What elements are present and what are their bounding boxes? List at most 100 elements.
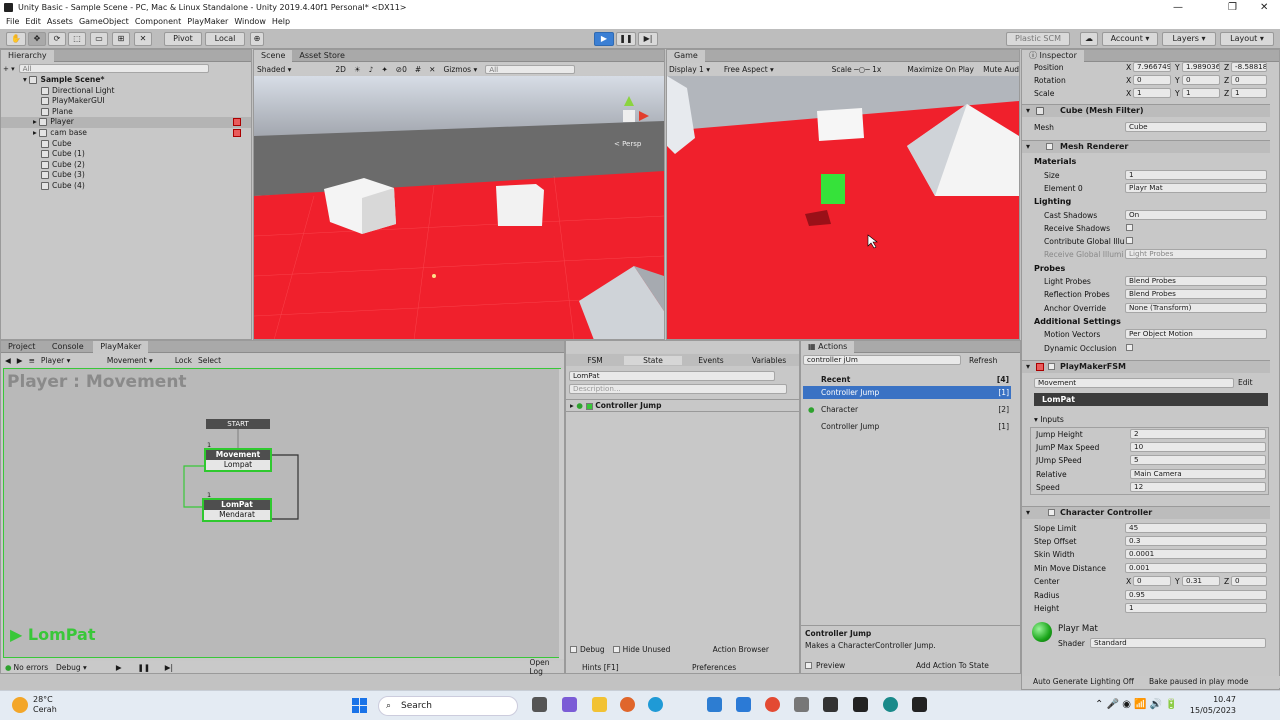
play-debug-button[interactable]: ▶: [106, 663, 131, 672]
center-y-field[interactable]: 0.31: [1182, 576, 1220, 586]
notion-icon[interactable]: [823, 697, 838, 712]
dynamic-occlusion-checkbox[interactable]: [1126, 344, 1133, 351]
scale-x-field[interactable]: 1: [1133, 88, 1171, 98]
size-field[interactable]: 1: [1125, 170, 1267, 180]
firefox-icon[interactable]: [620, 697, 635, 712]
list-item[interactable]: Cube: [1, 139, 251, 150]
layout-dropdown[interactable]: Layout ▾: [1220, 32, 1274, 46]
playmaker-fsm-header[interactable]: ▾ PlayMakerFSM: [1022, 360, 1270, 373]
contribute-gi-checkbox[interactable]: [1126, 237, 1133, 244]
cast-shadows-dropdown[interactable]: On: [1125, 210, 1267, 220]
step-button[interactable]: ▶|: [638, 32, 658, 46]
store-icon[interactable]: [707, 697, 722, 712]
gizmos-dropdown[interactable]: Gizmos ▾: [443, 65, 477, 74]
debug-dropdown[interactable]: Debug ▾: [56, 663, 106, 672]
step-offset-field[interactable]: 0.3: [1125, 536, 1267, 546]
mesh-renderer-checkbox[interactable]: [1046, 143, 1053, 150]
unity-taskbar-icon[interactable]: [912, 697, 927, 712]
maximize-icon[interactable]: ❐: [1228, 0, 1237, 15]
slope-limit-field[interactable]: 45: [1125, 523, 1267, 533]
tab-fsm[interactable]: FSM: [566, 356, 624, 365]
select-button[interactable]: Select: [198, 356, 221, 365]
jump-max-speed-field[interactable]: 10: [1130, 442, 1266, 452]
tab-state[interactable]: State: [624, 355, 682, 365]
menu-gameobject[interactable]: GameObject: [79, 15, 129, 29]
tab-playmaker[interactable]: PlayMaker: [93, 341, 149, 353]
speed-field[interactable]: 12: [1130, 482, 1266, 492]
action-enabled-checkbox[interactable]: [585, 402, 593, 410]
radius-field[interactable]: 0.95: [1125, 590, 1267, 600]
lighting-foldout[interactable]: Lighting: [1034, 197, 1071, 206]
actions-search-input[interactable]: controller jUm: [803, 355, 961, 365]
preview-checkbox[interactable]: [805, 662, 812, 669]
tray-icons[interactable]: ⌃ 🎤 ◉ 📶 🔊 🔋: [1095, 699, 1178, 710]
jump-speed-field[interactable]: 5: [1130, 455, 1266, 465]
tab-project[interactable]: Project: [1, 341, 42, 353]
list-item[interactable]: Directional Light: [1, 86, 251, 97]
custom-tool-icon[interactable]: ✕: [134, 32, 152, 46]
task-view-icon[interactable]: [532, 697, 547, 712]
game-viewport[interactable]: [667, 76, 1019, 340]
fsm-dropdown[interactable]: Movement ▾: [107, 356, 169, 365]
snap-icon[interactable]: ⊕: [250, 32, 264, 46]
additional-settings-foldout[interactable]: Additional Settings: [1034, 317, 1121, 326]
inputs-foldout[interactable]: ▾ Inputs: [1034, 415, 1064, 424]
vscode-icon[interactable]: [736, 697, 751, 712]
clock-time[interactable]: 10.47: [1168, 695, 1236, 704]
hide-unused-checkbox[interactable]: [612, 646, 620, 653]
edge-icon[interactable]: [648, 697, 663, 712]
state-event[interactable]: Lompat: [206, 460, 270, 470]
add-action-button[interactable]: Add Action To State: [916, 661, 989, 670]
tab-variables[interactable]: Variables: [740, 356, 798, 365]
lock-button[interactable]: Lock: [175, 356, 192, 365]
list-item-selected[interactable]: Controller Jump [1]: [803, 386, 1011, 399]
tab-inspector[interactable]: ⓘ Inspector: [1022, 50, 1084, 62]
element0-field[interactable]: Playr Mat: [1125, 183, 1267, 193]
anchor-override-field[interactable]: None (Transform): [1125, 303, 1267, 313]
teams-icon[interactable]: [562, 697, 577, 712]
tab-game[interactable]: Game: [667, 50, 705, 62]
receive-shadows-checkbox[interactable]: [1126, 224, 1133, 231]
jump-height-field[interactable]: 2: [1130, 429, 1266, 439]
menu-file[interactable]: File: [6, 15, 19, 29]
receive-gi-dropdown[interactable]: Light Probes: [1125, 249, 1267, 259]
cloud-icon[interactable]: ☁: [1080, 32, 1098, 46]
tab-scene[interactable]: Scene: [254, 50, 293, 62]
scene-root[interactable]: ▾ Sample Scene*: [1, 75, 251, 86]
rotate-tool-icon[interactable]: ⟳: [48, 32, 66, 46]
tab-hierarchy[interactable]: Hierarchy: [1, 50, 54, 62]
action-browser-button[interactable]: Action Browser: [713, 645, 769, 654]
cc-enabled-checkbox[interactable]: [1048, 509, 1055, 516]
rotation-z-field[interactable]: 0: [1231, 75, 1267, 85]
pivot-button[interactable]: Pivot: [164, 32, 202, 46]
tab-events[interactable]: Events: [682, 356, 740, 365]
terminal-icon[interactable]: [853, 697, 868, 712]
temperature[interactable]: 28°C: [33, 695, 53, 704]
character-controller-header[interactable]: ▾ Character Controller: [1022, 506, 1270, 519]
action-row[interactable]: ▸ ● Controller Jump: [566, 399, 799, 412]
grid-icon[interactable]: #: [415, 65, 421, 74]
refresh-button[interactable]: Refresh: [969, 356, 997, 365]
menu-help[interactable]: Help: [272, 15, 290, 29]
list-item[interactable]: PlayMakerGUI: [1, 96, 251, 107]
list-item[interactable]: Plane: [1, 107, 251, 118]
open-log-button[interactable]: Open Log: [529, 658, 564, 676]
hints-button[interactable]: Hints [F1]: [582, 663, 692, 672]
center-z-field[interactable]: 0: [1231, 576, 1267, 586]
rect-tool-icon[interactable]: ▭: [90, 32, 108, 46]
rotation-x-field[interactable]: 0: [1133, 75, 1171, 85]
display-dropdown[interactable]: Display 1 ▾: [669, 65, 724, 74]
pause-debug-button[interactable]: ❚❚: [131, 663, 156, 672]
shader-dropdown[interactable]: Standard: [1090, 638, 1266, 648]
mesh-field[interactable]: Cube: [1125, 122, 1267, 132]
list-item[interactable]: ▸ cam base: [1, 128, 251, 139]
taskbar-search-input[interactable]: ⌕ Search: [378, 696, 518, 716]
persp-label[interactable]: < Persp: [614, 140, 642, 148]
account-dropdown[interactable]: Account ▾: [1102, 32, 1158, 46]
list-item[interactable]: Cube (1): [1, 149, 251, 160]
scale-y-field[interactable]: 1: [1182, 88, 1220, 98]
scale-z-field[interactable]: 1: [1231, 88, 1267, 98]
clock-date[interactable]: 15/05/2023: [1168, 706, 1236, 715]
tab-console[interactable]: Console: [45, 341, 91, 353]
create-button[interactable]: + ▾: [3, 65, 15, 73]
